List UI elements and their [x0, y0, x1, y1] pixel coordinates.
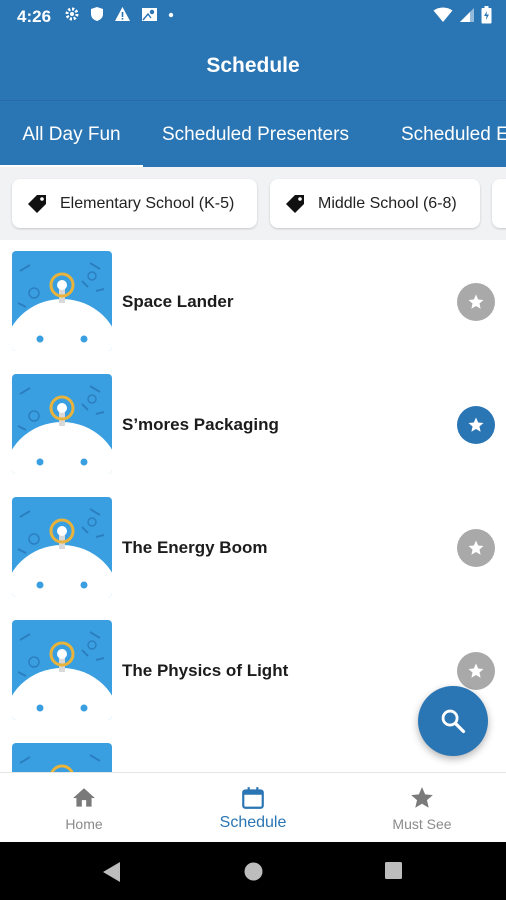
nav-must-see[interactable]: Must See — [338, 773, 506, 843]
wifi-icon — [433, 7, 453, 22]
settings-icon — [65, 7, 79, 21]
activity-title: S’mores Packaging — [122, 415, 279, 434]
status-system-icons — [433, 6, 492, 24]
star-icon — [468, 663, 484, 678]
favorite-button[interactable] — [457, 652, 495, 690]
nav-schedule[interactable]: Schedule — [169, 773, 337, 843]
list-item[interactable]: Space Lander — [0, 240, 506, 363]
star-icon — [411, 787, 433, 808]
warning-icon — [115, 7, 130, 21]
shield-icon — [91, 7, 103, 21]
page-title: Schedule — [206, 54, 300, 77]
app-bar: Schedule — [0, 34, 506, 100]
calendar-icon — [242, 787, 264, 809]
star-icon — [468, 417, 484, 432]
favorite-button[interactable] — [457, 283, 495, 321]
filter-chip-partial[interactable] — [492, 179, 506, 228]
signal-icon — [460, 8, 474, 22]
search-fab[interactable] — [418, 686, 488, 756]
tag-icon — [28, 194, 46, 213]
bottom-navigation: Home Schedule Must See — [0, 772, 506, 842]
home-circle-icon[interactable] — [243, 861, 264, 882]
filter-chip-label: Middle School (6-8) — [318, 194, 457, 212]
activity-title: Space Lander — [122, 292, 234, 311]
activity-thumbnail — [12, 251, 112, 351]
tab-scheduled-presenters[interactable]: Scheduled Presenters — [162, 101, 349, 167]
star-icon — [468, 540, 484, 555]
activity-title: The Physics of Light — [122, 661, 289, 680]
activity-title: The Energy Boom — [122, 538, 268, 557]
map-icon — [142, 8, 157, 21]
tab-scheduled-e[interactable]: Scheduled E — [401, 101, 506, 167]
list-item[interactable]: The Energy Boom — [0, 486, 506, 609]
search-icon — [441, 709, 466, 734]
nav-home-label: Home — [65, 816, 103, 832]
activity-thumbnail — [12, 620, 112, 720]
tag-icon — [286, 194, 304, 213]
nav-must-see-label: Must See — [392, 816, 452, 832]
system-navigation-bar — [0, 842, 506, 900]
back-icon[interactable] — [102, 861, 122, 883]
list-item[interactable]: S’mores Packaging — [0, 363, 506, 486]
recents-icon[interactable] — [384, 861, 403, 880]
filter-chip-elementary[interactable]: Elementary School (K-5) — [12, 179, 257, 228]
status-time: 4:26 — [17, 7, 52, 26]
nav-schedule-label: Schedule — [219, 814, 287, 831]
activity-list: Space Lander S’mores Packaging The Energ… — [0, 240, 506, 772]
star-icon — [468, 294, 484, 309]
battery-icon — [481, 6, 492, 24]
status-notification-icons — [64, 6, 174, 22]
activity-thumbnail — [12, 374, 112, 474]
dot-icon — [168, 12, 174, 18]
nav-home[interactable]: Home — [0, 773, 168, 843]
favorite-button[interactable] — [457, 529, 495, 567]
filter-chip-row: Elementary School (K-5) Middle School (6… — [0, 167, 506, 240]
filter-chip-label: Elementary School (K-5) — [60, 194, 235, 212]
tab-all-day-fun[interactable]: All Day Fun — [0, 101, 143, 167]
activity-thumbnail — [12, 497, 112, 597]
status-bar: 4:26 — [0, 0, 506, 34]
home-icon — [73, 788, 95, 807]
favorite-button[interactable] — [457, 406, 495, 444]
filter-chip-middle[interactable]: Middle School (6-8) — [270, 179, 480, 228]
tab-bar: All Day Fun Scheduled Presenters Schedul… — [0, 100, 506, 167]
activity-thumbnail — [12, 743, 112, 772]
